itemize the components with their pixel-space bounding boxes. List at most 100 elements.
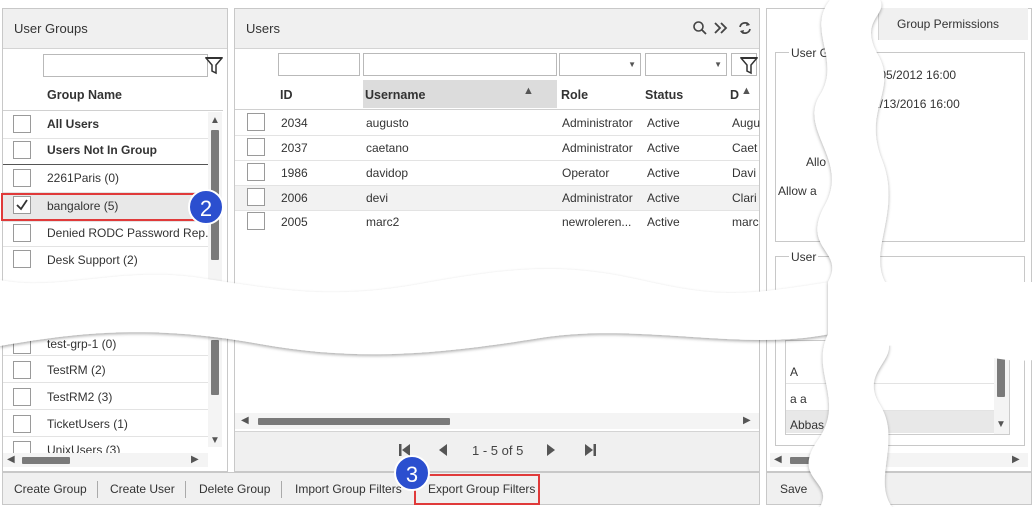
last-page-icon[interactable] bbox=[583, 443, 597, 457]
users-title: Users bbox=[246, 21, 280, 36]
create-user-button[interactable]: Create User bbox=[110, 482, 175, 496]
chevron-down-icon: ▼ bbox=[714, 60, 722, 69]
table-row[interactable] bbox=[235, 111, 759, 135]
scroll-left-icon[interactable]: ◀ bbox=[7, 455, 15, 465]
save-button[interactable]: Save bbox=[780, 482, 807, 496]
group-checkbox[interactable] bbox=[13, 224, 31, 242]
username-cell: caetano bbox=[366, 141, 409, 155]
user-checkbox[interactable] bbox=[247, 188, 265, 206]
group-item[interactable]: test-grp-1 (0) bbox=[47, 337, 116, 351]
group-item[interactable]: 2261Paris (0) bbox=[47, 171, 119, 185]
d-cell: marc bbox=[732, 215, 759, 229]
sort-ascending-icon: ▲ bbox=[523, 85, 534, 97]
filter-icon[interactable] bbox=[740, 56, 758, 76]
highlight-export bbox=[414, 474, 540, 505]
table-row[interactable] bbox=[235, 161, 759, 185]
id-column-header[interactable]: ID bbox=[280, 88, 293, 102]
role-filter-select[interactable]: ▼ bbox=[559, 53, 641, 76]
user-id-cell: 2037 bbox=[281, 141, 308, 155]
user-groups-panel: User Groups bbox=[2, 8, 228, 472]
users-header: Users bbox=[235, 9, 759, 49]
d-cell: Caet bbox=[732, 141, 758, 155]
status-cell: Active bbox=[647, 141, 680, 155]
scroll-left-icon[interactable]: ◀ bbox=[241, 416, 249, 426]
group-name-column-header[interactable]: Group Name bbox=[47, 88, 122, 102]
username-filter-input[interactable] bbox=[363, 53, 557, 76]
delete-group-button[interactable]: Delete Group bbox=[199, 482, 270, 496]
scroll-up-icon[interactable]: ▲ bbox=[210, 116, 220, 126]
list-item[interactable]: a a bbox=[790, 392, 807, 406]
scroll-left-icon[interactable]: ◀ bbox=[774, 455, 782, 465]
id-filter-input[interactable] bbox=[278, 53, 360, 76]
next-page-icon[interactable] bbox=[545, 443, 557, 457]
date-value: 1/13/2016 16:00 bbox=[873, 97, 960, 111]
group-name-filter-input[interactable] bbox=[43, 54, 208, 77]
group-item[interactable]: TestRM (2) bbox=[47, 363, 106, 377]
group-checkbox[interactable] bbox=[13, 361, 31, 379]
group-item[interactable]: TicketUsers (1) bbox=[47, 417, 128, 431]
d-cell: Davi bbox=[732, 166, 757, 180]
group-checkbox[interactable] bbox=[13, 415, 31, 433]
group-item[interactable]: TestRM2 (3) bbox=[47, 390, 112, 404]
import-group-filters-button[interactable]: Import Group Filters bbox=[295, 482, 402, 496]
list-item[interactable]: Abbas bbox=[790, 418, 824, 432]
username-column-header[interactable]: Username bbox=[365, 88, 425, 102]
role-cell: Administrator bbox=[562, 116, 633, 130]
user-id-cell: 2005 bbox=[281, 215, 308, 229]
date-value: /05/2012 16:00 bbox=[876, 68, 957, 82]
status-filter-select[interactable]: ▼ bbox=[645, 53, 727, 76]
status-cell: Active bbox=[647, 191, 680, 205]
group-checkbox[interactable] bbox=[13, 441, 31, 453]
role-column-header[interactable]: Role bbox=[561, 88, 588, 102]
fieldset-legend: User bbox=[789, 250, 819, 264]
user-checkbox[interactable] bbox=[247, 163, 265, 181]
status-column-header[interactable]: Status bbox=[645, 88, 683, 102]
group-item[interactable]: Denied RODC Password Rep... bbox=[47, 226, 215, 240]
filter-icon[interactable] bbox=[205, 56, 223, 76]
group-checkbox[interactable] bbox=[13, 250, 31, 268]
group-checkbox[interactable] bbox=[13, 115, 31, 133]
create-group-button[interactable]: Create Group bbox=[14, 482, 87, 496]
group-item-users-not-in-group[interactable]: Users Not In Group bbox=[47, 143, 157, 157]
chevron-down-icon: ▼ bbox=[628, 60, 636, 69]
user-groups-title: User Groups bbox=[14, 21, 88, 36]
table-row[interactable] bbox=[235, 211, 759, 235]
group-item[interactable]: Desk Support (2) bbox=[47, 253, 138, 267]
table-row[interactable] bbox=[235, 186, 759, 210]
scroll-down-icon[interactable]: ▼ bbox=[210, 436, 220, 446]
group-item[interactable]: UnixUsers (3) bbox=[47, 443, 120, 453]
group-item-all-users[interactable]: All Users bbox=[47, 117, 99, 131]
search-icon[interactable] bbox=[692, 20, 708, 36]
permissions-hscroll-thumb[interactable] bbox=[790, 457, 850, 464]
user-list-scroll-thumb[interactable] bbox=[997, 355, 1005, 397]
fieldset-legend: User G bbox=[789, 46, 832, 60]
scroll-right-icon[interactable]: ▶ bbox=[1012, 455, 1020, 465]
tab-group-permissions[interactable]: Group Permissions bbox=[878, 8, 1028, 40]
list-item[interactable]: A bbox=[790, 365, 798, 379]
refresh-icon[interactable] bbox=[737, 20, 753, 36]
username-cell: augusto bbox=[366, 116, 409, 130]
group-checkbox[interactable] bbox=[13, 336, 31, 354]
user-groups-header: User Groups bbox=[3, 9, 227, 49]
group-checkbox[interactable] bbox=[13, 169, 31, 187]
user-checkbox[interactable] bbox=[247, 138, 265, 156]
table-row[interactable] bbox=[235, 136, 759, 160]
group-checkbox[interactable] bbox=[13, 388, 31, 406]
scroll-right-icon[interactable]: ▶ bbox=[743, 416, 751, 426]
scroll-down-icon[interactable]: ▼ bbox=[996, 420, 1006, 430]
d-cell: Clari bbox=[732, 191, 757, 205]
username-cell: marc2 bbox=[366, 215, 400, 229]
previous-page-icon[interactable] bbox=[437, 443, 449, 457]
user-checkbox[interactable] bbox=[247, 113, 265, 131]
group-checkbox[interactable] bbox=[13, 141, 31, 159]
sort-icon: ▲ bbox=[741, 85, 752, 97]
scroll-right-icon[interactable]: ▶ bbox=[191, 455, 199, 465]
user-checkbox[interactable] bbox=[247, 212, 265, 230]
callout-step-2: 2 bbox=[188, 189, 224, 225]
d-column-header[interactable]: D bbox=[730, 88, 739, 102]
groups-scroll-thumb-lower[interactable] bbox=[211, 340, 219, 395]
groups-hscroll-thumb[interactable] bbox=[22, 457, 70, 464]
d-cell: Augu bbox=[732, 116, 761, 130]
users-hscroll-thumb[interactable] bbox=[258, 418, 450, 425]
expand-icon[interactable] bbox=[713, 20, 729, 36]
